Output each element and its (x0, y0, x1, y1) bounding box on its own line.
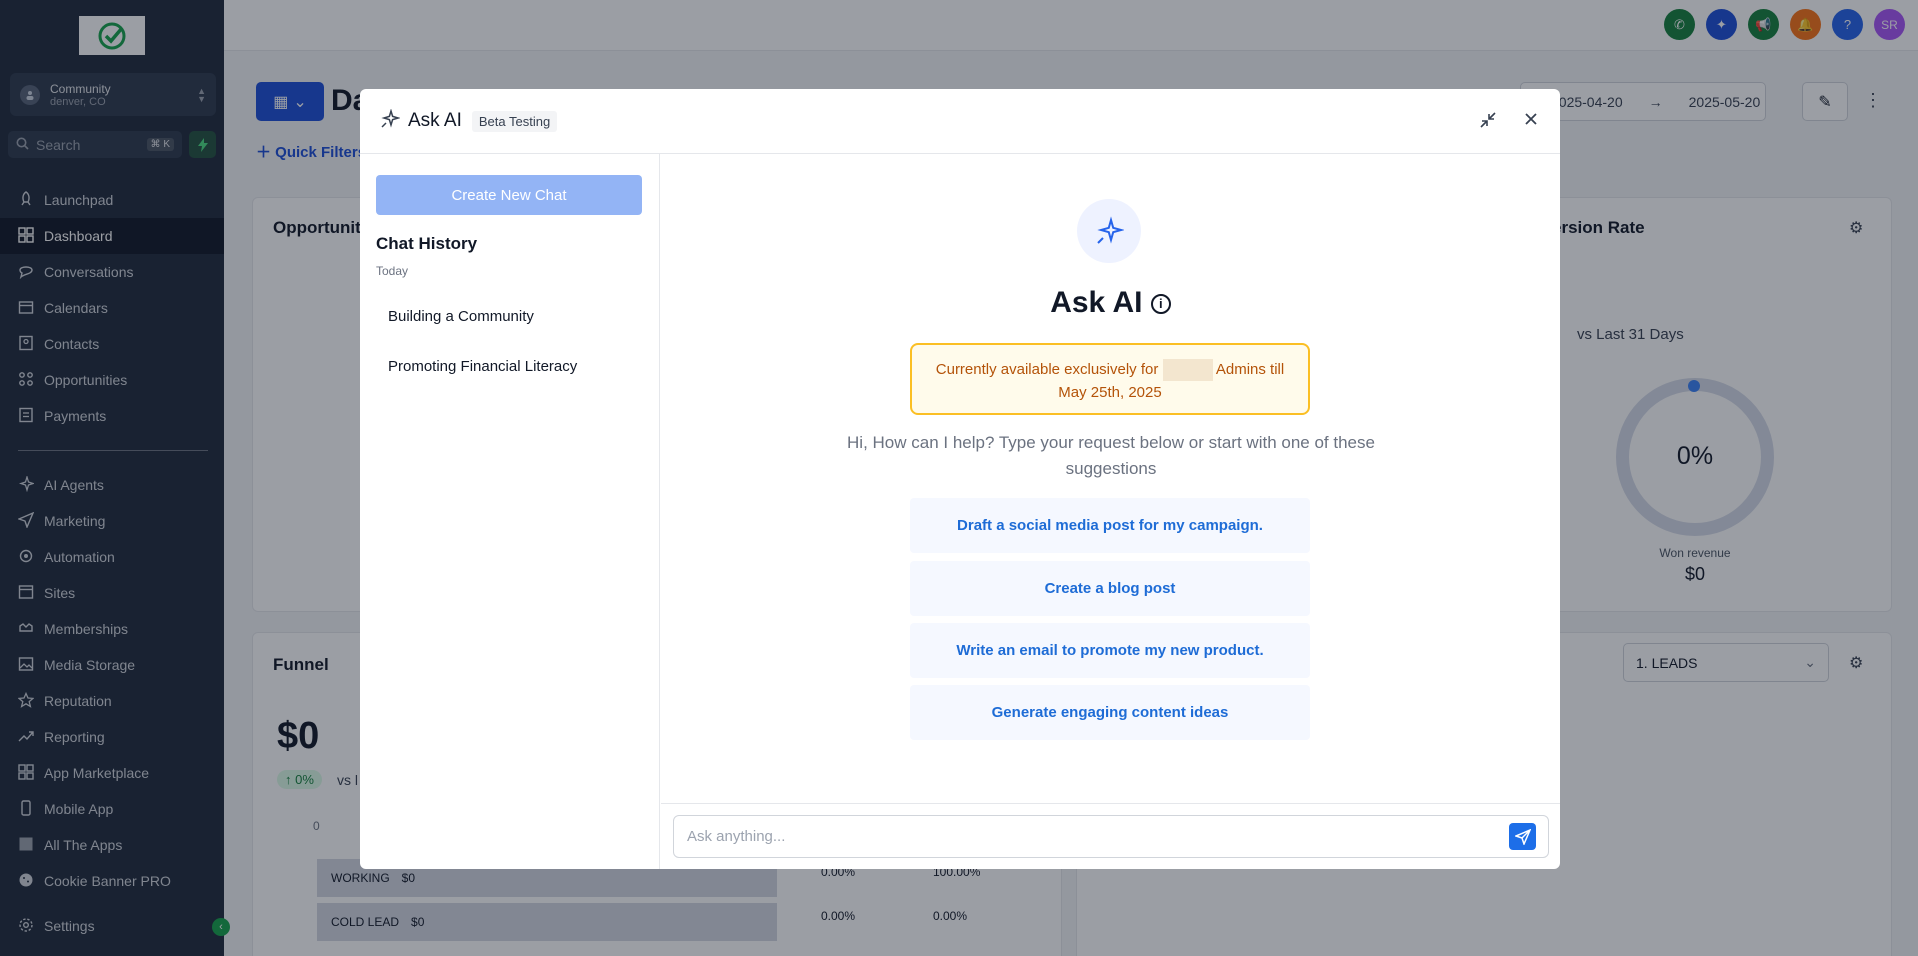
notice-text-pre: Currently available exclusively for (935, 361, 1159, 378)
create-new-chat-button[interactable]: Create New Chat (376, 175, 642, 215)
chat-history-item[interactable]: Building a Community (388, 308, 534, 325)
intro-text: Hi, How can I help? Type your request be… (847, 433, 1375, 478)
chat-history-item[interactable]: Promoting Financial Literacy (388, 358, 577, 375)
chat-history-title: Chat History (376, 234, 478, 253)
send-icon (1514, 828, 1531, 845)
modal-title: Ask AI (408, 110, 462, 131)
beta-badge: Beta Testing (471, 110, 558, 132)
chat-history-panel: Create New Chat Chat History Today Build… (360, 154, 660, 869)
send-button[interactable] (1509, 823, 1536, 850)
suggestion-button[interactable]: Draft a social media post for my campaig… (910, 498, 1310, 553)
notice-date: May 25th, 2025 (1058, 384, 1162, 402)
suggestion-button[interactable]: Write an email to promote my new product… (910, 623, 1310, 678)
info-icon[interactable]: i (1150, 294, 1171, 315)
hero-title-text: Ask AI (1050, 286, 1143, 319)
modal-header: Ask AI Beta Testing (360, 89, 1560, 154)
minimize-icon[interactable] (1479, 111, 1497, 134)
suggestion-button[interactable]: Generate engaging content ideas (910, 685, 1310, 740)
close-icon[interactable] (1523, 111, 1539, 132)
chat-input[interactable]: Ask anything... (673, 815, 1549, 858)
availability-notice: Currently available exclusively for Admi… (910, 343, 1310, 415)
chat-main: Ask AI i Currently available exclusively… (661, 154, 1560, 869)
hero-title: Ask AI i (661, 286, 1560, 320)
ask-ai-modal: Ask AI Beta Testing Create New Chat Chat… (360, 89, 1560, 869)
chat-input-placeholder: Ask anything... (687, 828, 786, 845)
history-group-label: Today (376, 264, 409, 278)
sparkle-icon (380, 107, 401, 134)
redacted-text (1162, 359, 1213, 382)
suggestion-button[interactable]: Create a blog post (910, 561, 1310, 616)
notice-text-post: Admins till (1215, 361, 1285, 378)
ai-hero-icon (1077, 199, 1141, 263)
sparkle-icon (1097, 216, 1124, 244)
composer-divider (661, 803, 1560, 804)
